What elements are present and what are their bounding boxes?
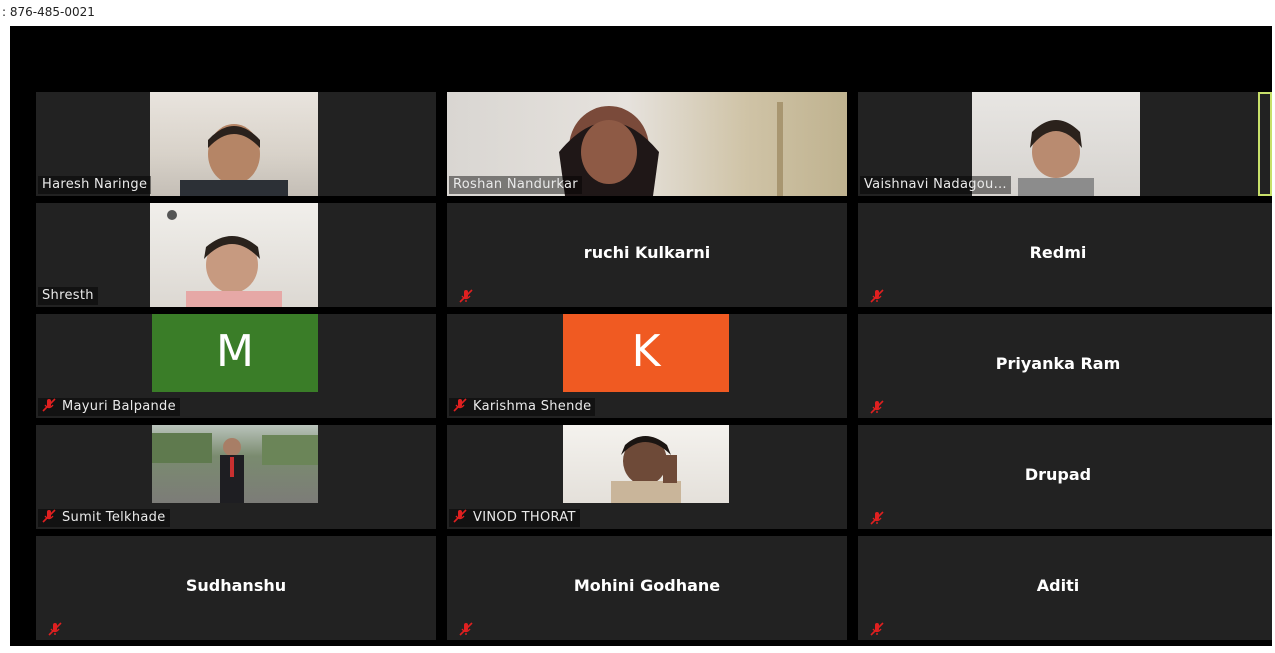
participant-name-tag: Karishma Shende (449, 398, 596, 416)
participant-tile[interactable]: M Mayuri Balpande (36, 314, 436, 418)
mic-muted-icon (459, 622, 473, 636)
participant-name: VINOD THORAT (473, 510, 576, 525)
partial-participant-tile[interactable] (1258, 92, 1272, 196)
participant-tile[interactable]: VINOD THORAT (447, 425, 847, 529)
participant-tile[interactable]: K Karishma Shende (447, 314, 847, 418)
participant-video (152, 425, 318, 503)
mic-muted-icon (870, 511, 884, 525)
person-silhouette-icon (611, 436, 681, 503)
partial-participant-tile[interactable] (1258, 314, 1272, 418)
participant-tile[interactable]: Sudhanshu (36, 536, 436, 640)
participant-name: Sumit Telkhade (62, 510, 166, 525)
participant-name-tag: VINOD THORAT (449, 509, 580, 527)
participant-tile[interactable]: Haresh Naringe (36, 92, 436, 196)
participant-name: Haresh Naringe (38, 176, 152, 194)
mic-muted-icon (870, 289, 884, 303)
participant-name-tag: Sumit Telkhade (38, 509, 170, 527)
mic-muted-icon (459, 289, 473, 303)
participant-name: Drupad (1024, 465, 1092, 484)
meeting-gallery: Haresh Naringe Roshan Nandurkar Vaishnav… (10, 26, 1272, 646)
mic-muted-icon (42, 398, 56, 412)
participant-video (150, 203, 318, 307)
participant-video (150, 92, 318, 196)
avatar: M (152, 314, 318, 392)
mic-muted-icon (42, 509, 56, 523)
person-silhouette-icon (167, 210, 282, 307)
participant-tile[interactable]: Sumit Telkhade (36, 425, 436, 529)
participant-tile[interactable]: Shresth (36, 203, 436, 307)
mic-muted-icon (453, 509, 467, 523)
participant-name: ruchi Kulkarni (583, 243, 711, 262)
person-silhouette-icon (152, 433, 318, 503)
participant-tile[interactable]: Aditi (858, 536, 1258, 640)
partial-participant-tile[interactable] (1258, 536, 1272, 640)
participant-tile[interactable]: Vaishnavi Nadagou... (858, 92, 1258, 196)
participant-name: Priyanka Ram (995, 354, 1121, 373)
participant-name: Karishma Shende (473, 399, 592, 414)
participant-name: Mayuri Balpande (62, 399, 176, 414)
title-bar: : 876-485-0021 (0, 0, 1275, 24)
participant-tile[interactable]: ruchi Kulkarni (447, 203, 847, 307)
participant-name: Aditi (1036, 576, 1080, 595)
person-silhouette-icon (180, 124, 288, 196)
participant-name: Vaishnavi Nadagou... (860, 176, 1011, 194)
mic-muted-icon (870, 622, 884, 636)
participant-name: Mohini Godhane (573, 576, 721, 595)
participant-name: Roshan Nandurkar (449, 176, 582, 194)
participant-tile[interactable]: Drupad (858, 425, 1258, 529)
mic-muted-icon (453, 398, 467, 412)
phone-number-text: : 876-485-0021 (2, 5, 95, 19)
participant-name-tag: Mayuri Balpande (38, 398, 180, 416)
participant-video (563, 425, 729, 503)
mic-muted-icon (870, 400, 884, 414)
partial-participant-tile[interactable] (1258, 425, 1272, 529)
participant-name: Sudhanshu (185, 576, 287, 595)
avatar: K (563, 314, 729, 392)
participant-tile[interactable]: Priyanka Ram (858, 314, 1258, 418)
participant-tile[interactable]: Mohini Godhane (447, 536, 847, 640)
participant-name: Shresth (38, 287, 98, 305)
partial-participant-tile[interactable] (1258, 203, 1272, 307)
participant-tile[interactable]: Roshan Nandurkar (447, 92, 847, 196)
participant-name: Redmi (1029, 243, 1087, 262)
participant-tile[interactable]: Redmi (858, 203, 1258, 307)
mic-muted-icon (48, 622, 62, 636)
